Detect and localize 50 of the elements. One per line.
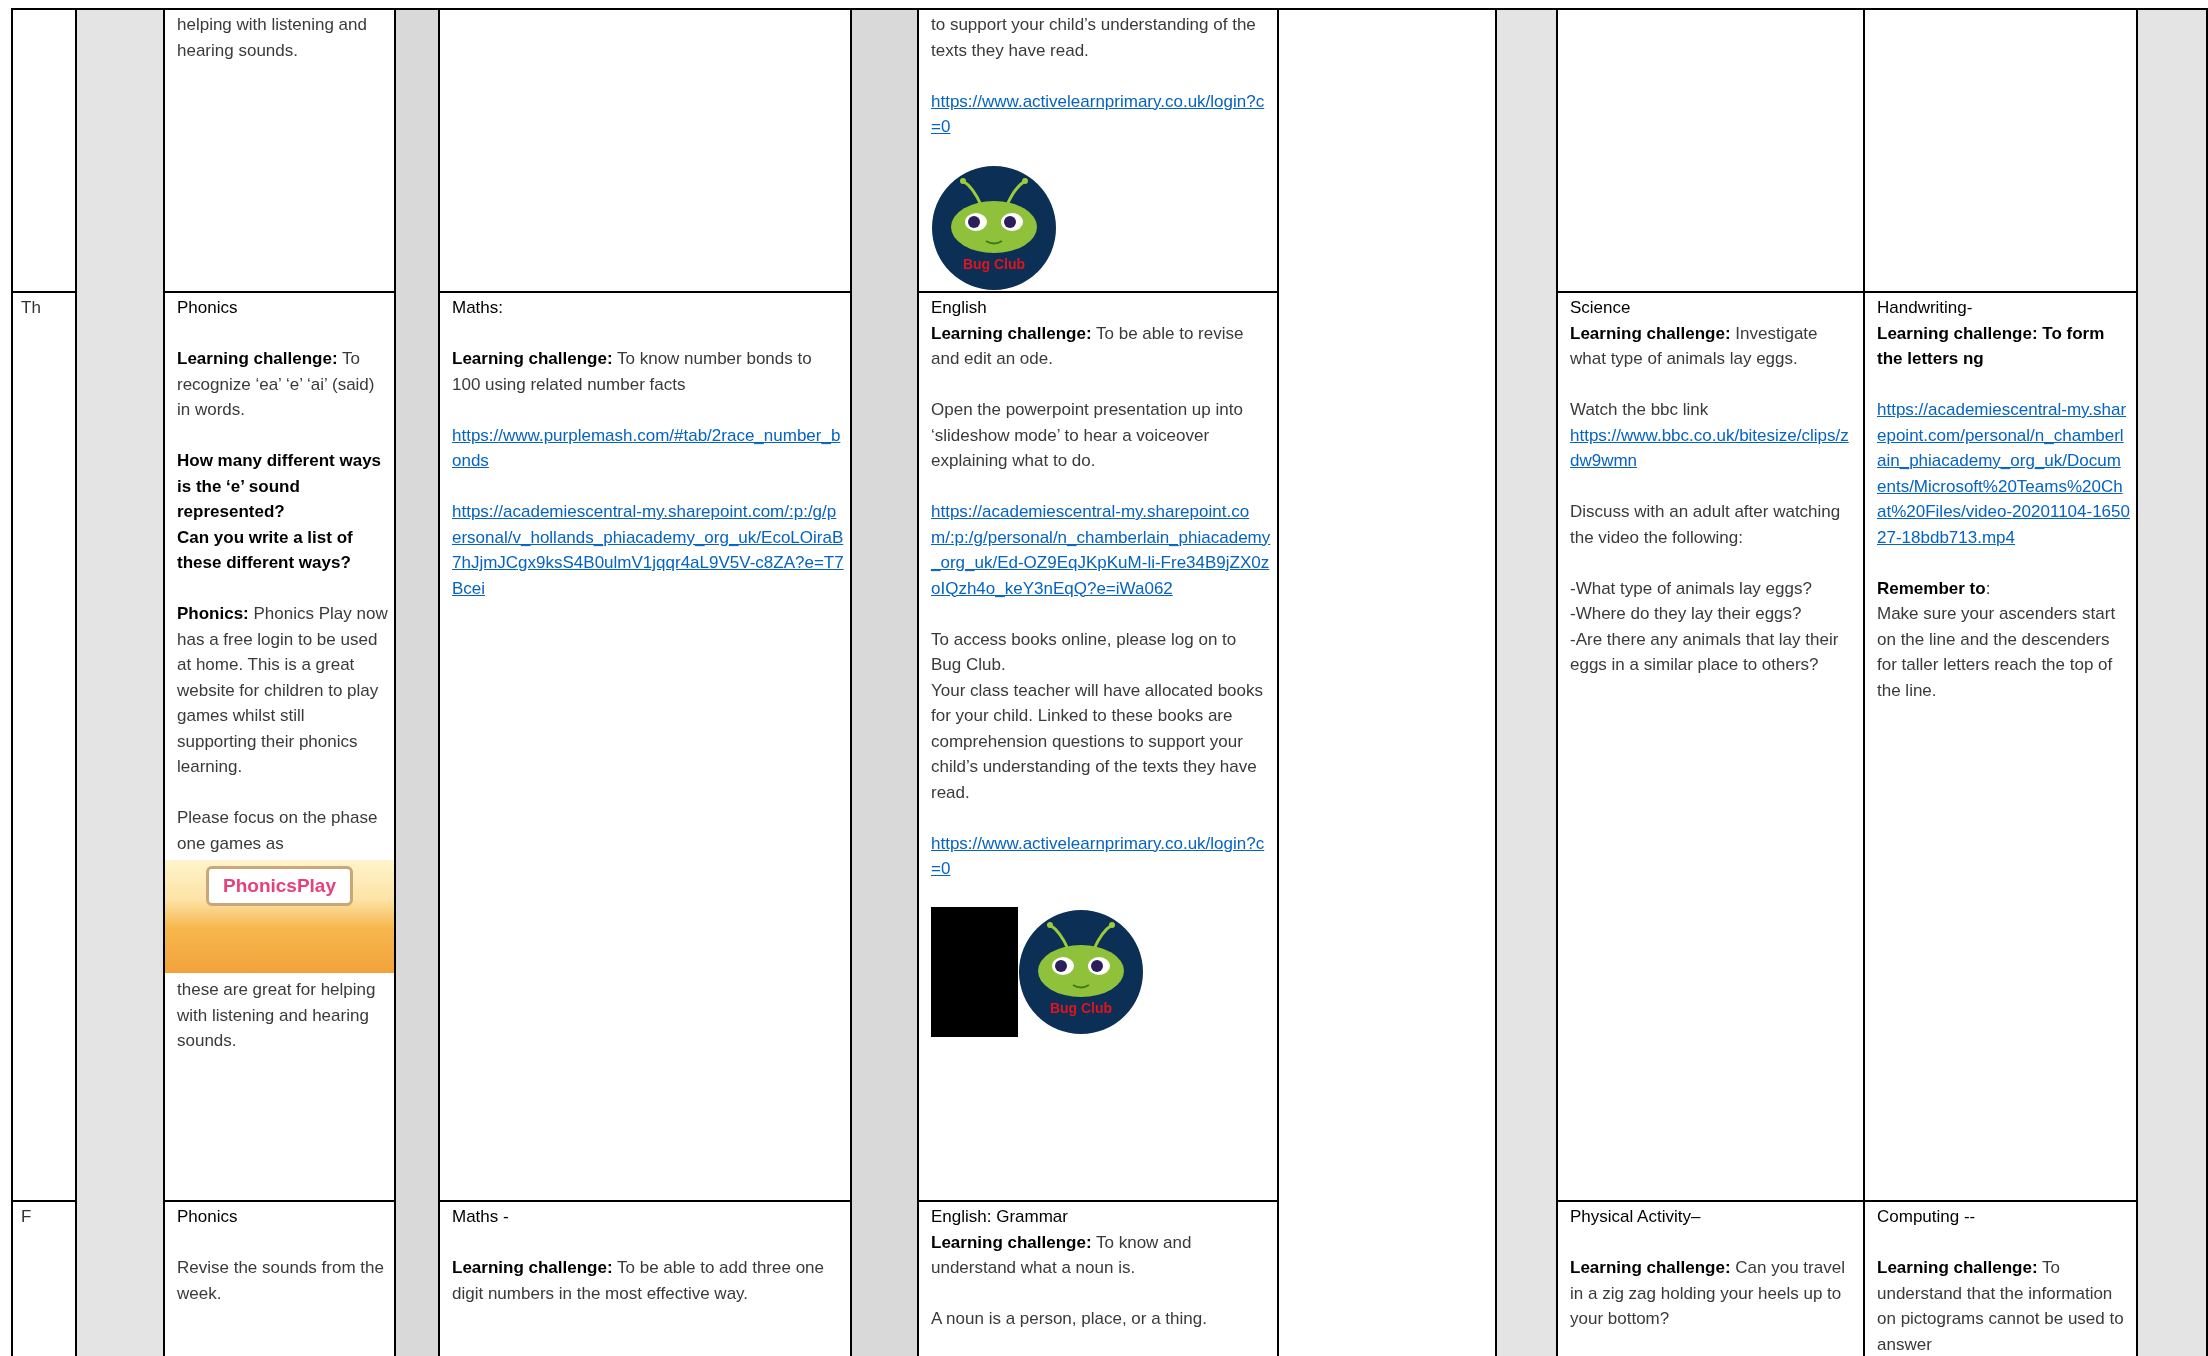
section-heading: Handwriting-	[1877, 297, 1974, 319]
link[interactable]: https://www.activelearnprimary.co.uk/login?c=0	[931, 830, 1271, 882]
section-heading: Phonics	[177, 1206, 239, 1228]
paragraph: Open the powerpoint presentation up into ‘slideshow mode’ to hear a voiceover explaining what to do.	[931, 399, 1244, 472]
link[interactable]: https://www.activelearnprimary.co.uk/login?c=0	[931, 88, 1271, 140]
link[interactable]: https://academiescentral-my.sharepoint.com/personal/n_chamberlain_phiacademy_org_uk/Documents/Microsoft%20Teams%20Chat%20Files/video-20201104-165027-18bdb713.mp4	[1877, 397, 2130, 550]
section-heading: Phonics	[177, 297, 239, 319]
paragraph: To access books online, please log on to Bug Club.	[931, 628, 1238, 676]
paragraph: -Are there any animals that lay their eggs in a similar place to others?	[1570, 628, 1840, 676]
section-heading: Maths:	[452, 297, 505, 319]
paragraph: Revise the sounds from the week.	[177, 1257, 385, 1305]
bug-logo: Bug Club	[931, 165, 1057, 291]
paragraph: Learning challenge: To know and understand what a noun is.	[931, 1231, 1193, 1279]
question-text: How many different ways is the ‘e’ sound represented?	[177, 450, 383, 523]
section-heading: Physical Activity–	[1570, 1206, 1702, 1228]
paragraph: Learning challenge: To be able to add three one digit numbers in the most effective way.	[452, 1257, 825, 1305]
paragraph: Learning challenge: To recognize ‘ea’ ‘e’ ‘ai’ (said) in words.	[177, 348, 376, 421]
paragraph: -What type of animals lay eggs?	[1570, 577, 1813, 600]
paragraph: Discuss with an adult after watching the video the following:	[1570, 501, 1842, 549]
link[interactable]: https://academiescentral-my.sharepoint.com/:p:/g/personal/n_chamberlain_phiacademy_org_uk/Ed-OZ9EqJKpKuM-li-Fre34B9jZX0zoIQzh4o_keY3nEqQ?e=iWa062	[931, 499, 1271, 601]
question-text: Can you write a list of these different ways?	[177, 526, 354, 574]
paragraph: Learning challenge: To know number bonds to 100 using related number facts	[452, 348, 813, 396]
paragraph: Remember to:	[1877, 577, 1992, 600]
paragraph: Please focus on the phase one games as	[177, 807, 379, 855]
paragraph: Watch the bbc link	[1570, 399, 1710, 421]
paragraph: Learning challenge: To understand that the information on pictograms cannot be used to answer	[1877, 1257, 2125, 1356]
paragraph: these are great for helping with listening and hearing sounds.	[177, 979, 377, 1052]
paragraph: -Where do they lay their eggs?	[1570, 603, 1803, 625]
paragraph: Phonics: Phonics Play now has a free login to be used at home. This is a great website for children to play games whilst still supporting their phonics learning.	[177, 603, 388, 778]
paragraph: to support your child’s understanding of the texts they have read.	[931, 14, 1257, 62]
paragraph: Learning challenge: To be able to revise and edit an ode.	[931, 322, 1245, 370]
section-heading: Science	[1570, 297, 1632, 319]
paragraph: Learning challenge: Investigate what type of animals lay eggs.	[1570, 322, 1819, 370]
paragraph: helping with listening and hearing sounds.	[177, 14, 368, 62]
section-heading: Computing --	[1877, 1206, 1977, 1228]
section-heading: English	[931, 297, 988, 319]
link[interactable]: https://academiescentral-my.sharepoint.com/:p:/g/personal/v_hollands_phiacademy_org_uk/EcoLOiraB7hJjmJCgx9ksS4B0ulmV1jqqr4aL9V5V-c8ZA?e=T7Bcei	[452, 499, 844, 601]
paragraph: Your class teacher will have allocated books for your child. Linked to these books are comprehension questions to support your child’s understanding of the texts they have read.	[931, 679, 1264, 804]
section-heading: English: Grammar	[931, 1206, 1069, 1228]
sign-text: PhonicsPlay	[206, 866, 353, 906]
question-text: Learning challenge: To form the letters ng	[1877, 322, 2106, 370]
bug-logo: Bug Club	[1018, 909, 1144, 1035]
day-label: Th	[21, 297, 41, 319]
paragraph: A noun is a person, place, or a thing.	[931, 1308, 1208, 1330]
paragraph: Learning challenge: Can you travel in a zig zag holding your heels up to your bottom?	[1570, 1257, 1846, 1330]
day-label: F	[21, 1206, 32, 1228]
section-heading: Maths -	[452, 1206, 510, 1228]
link[interactable]: https://www.bbc.co.uk/bitesize/clips/zdw9wmn	[1570, 422, 1857, 474]
paragraph: Make sure your ascenders start on the line and the descenders for taller letters reach the top of the line.	[1877, 603, 2117, 702]
link[interactable]: https://www.purplemash.com/#tab/2race_number_bonds	[452, 422, 844, 474]
